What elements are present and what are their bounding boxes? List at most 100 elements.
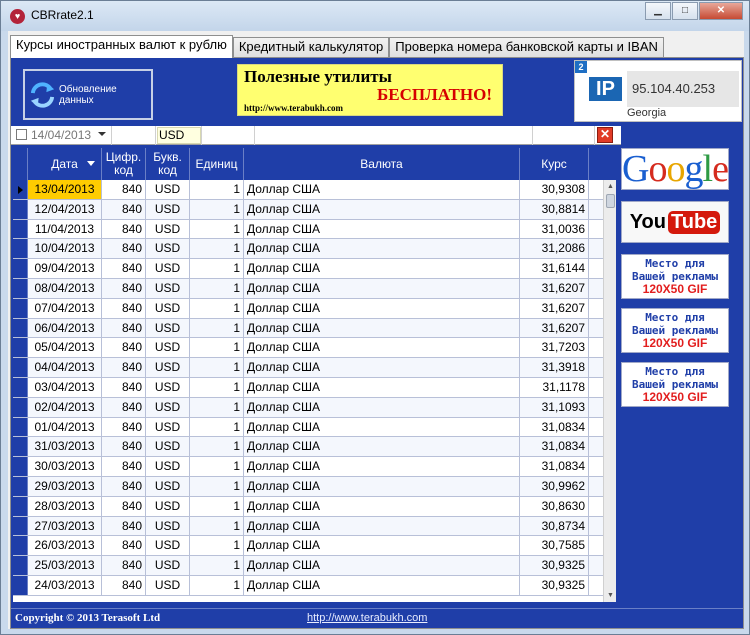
- cell-char-code[interactable]: USD: [146, 338, 190, 358]
- cell-num-code[interactable]: 840: [102, 575, 146, 595]
- cell-date[interactable]: 04/04/2013: [28, 358, 102, 377]
- google-ad[interactable]: Google: [621, 148, 729, 190]
- cell-rate[interactable]: 30,9325: [520, 575, 589, 595]
- cell-num-code[interactable]: 840: [102, 199, 146, 219]
- cell-char-code[interactable]: USD: [146, 496, 190, 516]
- cell-currency[interactable]: Доллар США: [244, 219, 520, 239]
- cell-units[interactable]: 1: [190, 219, 244, 239]
- cell-currency[interactable]: Доллар США: [244, 338, 520, 358]
- cell-units[interactable]: 1: [190, 417, 244, 437]
- ad-placeholder-1[interactable]: Место для Вашей рекламы 120X50 GIF: [621, 254, 729, 299]
- cell-num-code[interactable]: 840: [102, 397, 146, 417]
- table-row[interactable]: 06/04/2013 840 USD 1 Доллар США 31,6207: [13, 318, 603, 339]
- ad-placeholder-3[interactable]: Место для Вашей рекламы 120X50 GIF: [621, 362, 729, 407]
- cell-units[interactable]: 1: [190, 259, 244, 278]
- update-data-button[interactable]: Обновление данных: [23, 69, 153, 120]
- cell-currency[interactable]: Доллар США: [244, 556, 520, 575]
- cell-currency[interactable]: Доллар США: [244, 298, 520, 318]
- cell-currency[interactable]: Доллар США: [244, 397, 520, 417]
- cell-currency[interactable]: Доллар США: [244, 476, 520, 496]
- cell-units[interactable]: 1: [190, 575, 244, 595]
- header-units[interactable]: Единиц: [190, 148, 244, 180]
- cell-date[interactable]: 03/04/2013: [28, 377, 102, 397]
- table-row[interactable]: 08/04/2013 840 USD 1 Доллар США 31,6207: [13, 278, 603, 299]
- cell-date[interactable]: 27/03/2013: [28, 516, 102, 536]
- close-button[interactable]: ✕: [699, 2, 743, 20]
- minimize-button[interactable]: ▁: [645, 2, 671, 20]
- cell-date[interactable]: 09/04/2013: [28, 259, 102, 278]
- cell-units[interactable]: 1: [190, 377, 244, 397]
- cell-units[interactable]: 1: [190, 536, 244, 556]
- cell-date[interactable]: 25/03/2013: [28, 556, 102, 575]
- cell-currency[interactable]: Доллар США: [244, 318, 520, 338]
- cell-rate[interactable]: 30,9325: [520, 556, 589, 575]
- cell-units[interactable]: 1: [190, 278, 244, 298]
- cell-units[interactable]: 1: [190, 180, 244, 199]
- scroll-thumb[interactable]: [606, 194, 615, 208]
- table-row[interactable]: 28/03/2013 840 USD 1 Доллар США 30,8630: [13, 496, 603, 517]
- cell-currency[interactable]: Доллар США: [244, 437, 520, 457]
- cell-rate[interactable]: 31,6207: [520, 318, 589, 338]
- cell-char-code[interactable]: USD: [146, 298, 190, 318]
- cell-char-code[interactable]: USD: [146, 358, 190, 377]
- table-row[interactable]: 03/04/2013 840 USD 1 Доллар США 31,1178: [13, 377, 603, 398]
- header-num-code[interactable]: Цифр. код: [102, 148, 146, 180]
- cell-currency[interactable]: Доллар США: [244, 575, 520, 595]
- ad-banner-terabukh[interactable]: Полезные утилиты БЕСПЛАТНО! http://www.t…: [237, 64, 503, 116]
- table-row[interactable]: 24/03/2013 840 USD 1 Доллар США 30,9325: [13, 575, 603, 596]
- cell-char-code[interactable]: USD: [146, 259, 190, 278]
- cell-char-code[interactable]: USD: [146, 536, 190, 556]
- cell-num-code[interactable]: 840: [102, 457, 146, 476]
- cell-char-code[interactable]: USD: [146, 239, 190, 259]
- youtube-ad[interactable]: You Tube: [621, 201, 729, 243]
- cell-date[interactable]: 12/04/2013: [28, 199, 102, 219]
- cell-date[interactable]: 31/03/2013: [28, 437, 102, 457]
- maximize-button[interactable]: □: [672, 2, 698, 20]
- cell-date[interactable]: 08/04/2013: [28, 278, 102, 298]
- header-date[interactable]: Дата: [28, 148, 102, 180]
- cell-units[interactable]: 1: [190, 318, 244, 338]
- cell-currency[interactable]: Доллар США: [244, 199, 520, 219]
- cell-num-code[interactable]: 840: [102, 180, 146, 199]
- cell-rate[interactable]: 30,8814: [520, 199, 589, 219]
- date-filter-checkbox[interactable]: [16, 129, 27, 140]
- cell-rate[interactable]: 31,6207: [520, 298, 589, 318]
- header-currency[interactable]: Валюта: [244, 148, 520, 180]
- cell-date[interactable]: 29/03/2013: [28, 476, 102, 496]
- ad-placeholder-2[interactable]: Место для Вашей рекламы 120X50 GIF: [621, 308, 729, 353]
- vertical-scrollbar[interactable]: ▲ ▼: [603, 180, 616, 602]
- cell-char-code[interactable]: USD: [146, 476, 190, 496]
- rate-filter[interactable]: [533, 126, 595, 145]
- tab-card-iban-check[interactable]: Проверка номера банковской карты и IBAN: [389, 37, 664, 57]
- header-char-code[interactable]: Букв. код: [146, 148, 190, 180]
- cell-units[interactable]: 1: [190, 338, 244, 358]
- table-row[interactable]: 02/04/2013 840 USD 1 Доллар США 31,1093: [13, 397, 603, 418]
- table-row[interactable]: 31/03/2013 840 USD 1 Доллар США 31,0834: [13, 437, 603, 458]
- cell-currency[interactable]: Доллар США: [244, 516, 520, 536]
- cell-num-code[interactable]: 840: [102, 437, 146, 457]
- cell-rate[interactable]: 30,8630: [520, 496, 589, 516]
- table-row[interactable]: 09/04/2013 840 USD 1 Доллар США 31,6144: [13, 259, 603, 279]
- cell-rate[interactable]: 31,1178: [520, 377, 589, 397]
- cell-char-code[interactable]: USD: [146, 377, 190, 397]
- cell-rate[interactable]: 31,0834: [520, 417, 589, 437]
- cell-char-code[interactable]: USD: [146, 219, 190, 239]
- cell-currency[interactable]: Доллар США: [244, 239, 520, 259]
- cell-units[interactable]: 1: [190, 476, 244, 496]
- table-row[interactable]: 26/03/2013 840 USD 1 Доллар США 30,7585: [13, 536, 603, 557]
- cell-rate[interactable]: 30,7585: [520, 536, 589, 556]
- cell-units[interactable]: 1: [190, 298, 244, 318]
- cell-currency[interactable]: Доллар США: [244, 496, 520, 516]
- num-code-filter[interactable]: [112, 126, 156, 145]
- cell-currency[interactable]: Доллар США: [244, 377, 520, 397]
- cell-units[interactable]: 1: [190, 239, 244, 259]
- cell-currency[interactable]: Доллар США: [244, 358, 520, 377]
- cell-char-code[interactable]: USD: [146, 397, 190, 417]
- cell-units[interactable]: 1: [190, 199, 244, 219]
- cell-currency[interactable]: Доллар США: [244, 457, 520, 476]
- table-row[interactable]: 11/04/2013 840 USD 1 Доллар США 31,0036: [13, 219, 603, 240]
- chevron-down-icon[interactable]: [98, 132, 106, 136]
- cell-date[interactable]: 06/04/2013: [28, 318, 102, 338]
- header-rate[interactable]: Курс: [520, 148, 589, 180]
- cell-rate[interactable]: 31,3918: [520, 358, 589, 377]
